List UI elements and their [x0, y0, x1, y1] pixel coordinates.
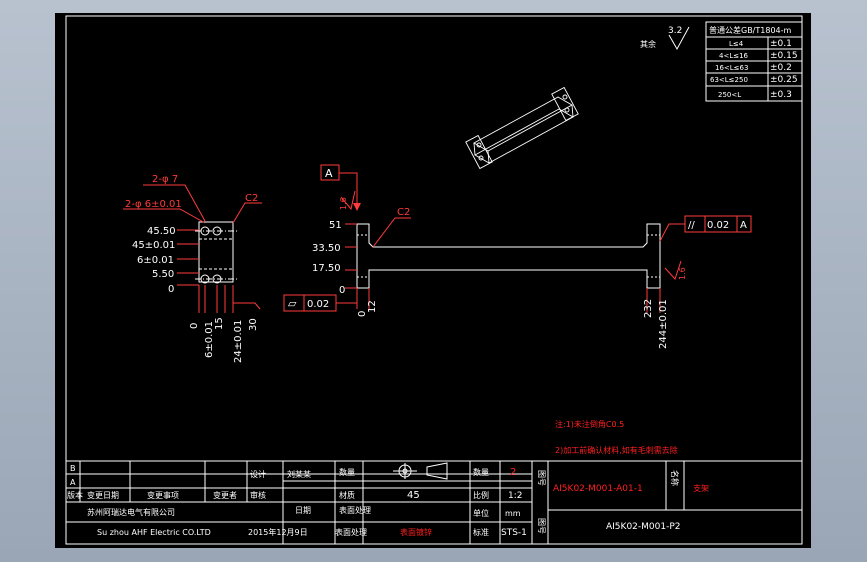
std-label: 标准 — [473, 527, 489, 537]
roughness-value: 3.2 — [668, 26, 682, 36]
unit-value: mm — [505, 509, 521, 518]
design-label: 设计 — [250, 469, 266, 479]
std-value: STS-1 — [501, 528, 527, 538]
unit-label: 单位 — [473, 508, 489, 518]
designer-name: 刘某某 — [287, 469, 311, 479]
date-value: 2015年12月9日 — [248, 527, 308, 537]
parallel-datum: A — [740, 220, 747, 231]
scale-value: 1:2 — [508, 491, 522, 501]
material-label: 材质 — [339, 490, 355, 500]
dim-550: 5.50 — [152, 269, 174, 280]
tol-row-value: ±0.15 — [770, 51, 798, 61]
dim-232: 232 — [643, 299, 654, 318]
isometric-view — [465, 86, 579, 170]
tol-row-value: ±0.3 — [770, 90, 792, 100]
sheet-label: 图号 — [537, 518, 546, 534]
col-changer: 变更者 — [213, 490, 237, 500]
note-line-1: 注:1)未注倒角C0.5 — [555, 419, 624, 429]
col-change-date: 变更日期 — [87, 490, 119, 500]
dim-51: 51 — [329, 220, 342, 231]
check-label: 审核 — [250, 490, 266, 500]
front-view: A 1.6 C2 51 33.50 17.50 0 0 12 232 244±0… — [283, 164, 752, 349]
col-version: 版本 — [67, 490, 83, 500]
rough-right: 1.6 — [678, 267, 687, 280]
drawing-canvas: 其余 3.2 普通公差GB/T1804-m L≤4 ±0.1 4<L≤16 ±0… — [65, 15, 803, 545]
rev-b: B — [70, 464, 76, 473]
surface-label: 表面处理 — [339, 505, 371, 515]
company-name-en: Su zhou AHF Electric CO.LTD — [97, 528, 211, 537]
parallel-value: 0.02 — [707, 220, 729, 231]
parallelism-callout: // 0.02 A — [659, 215, 752, 242]
title-block-text: B A 版本 变更日期 变更事项 变更者 苏州阿瑞达电气有限公司 Su zhou… — [67, 464, 709, 538]
qty-value: 2 — [510, 467, 516, 478]
tol-row-value: ±0.1 — [770, 39, 792, 49]
chamfer-label-left: C2 — [245, 193, 258, 204]
dim-4550: 45.50 — [147, 226, 176, 237]
dim-0-main: 0 — [339, 285, 345, 296]
qty-label-block: 数量 — [339, 467, 355, 477]
dim-244: 244±0.01 — [658, 299, 669, 349]
col-change-item: 变更事项 — [147, 490, 179, 500]
company-name-cn: 苏州阿瑞达电气有限公司 — [87, 507, 175, 517]
notes: 注:1)未注倒角C0.5 2)加工前确认材料,如有毛刺需去除 — [555, 419, 678, 455]
projection-symbol-icon — [393, 462, 448, 480]
dim-0-bottom: 0 — [189, 323, 200, 329]
tol-row-label: 4<L≤16 — [719, 52, 749, 60]
fig-number: AI5K02-M001-A01-1 — [553, 484, 643, 494]
cad-drawing-viewport[interactable]: 其余 3.2 普通公差GB/T1804-m L≤4 ±0.1 4<L≤16 ±0… — [55, 13, 811, 548]
roughness-general: 其余 3.2 — [640, 26, 690, 51]
rough-left: 1.6 — [339, 197, 348, 210]
dim-1750: 17.50 — [312, 263, 341, 274]
tol-row-label: 16<L≤63 — [715, 64, 748, 72]
dim-6-left: 6±0.01 — [137, 255, 174, 266]
date-label: 日期 — [295, 506, 311, 515]
tol-row-label: 63<L≤250 — [710, 76, 748, 84]
flatness-callout: ▱ 0.02 — [283, 294, 357, 312]
chamfer-label-main: C2 — [397, 207, 410, 218]
drawing-frame — [65, 15, 803, 545]
dim-15: 15 — [214, 317, 225, 330]
fig-label: 图号 — [537, 470, 546, 486]
material-value: 45 — [407, 490, 420, 501]
qty-label: 数量 — [473, 467, 489, 477]
tol-row-label: L≤4 — [729, 40, 744, 48]
dim-30: 30 — [248, 318, 259, 331]
tolerance-table: 普通公差GB/T1804-m L≤4 ±0.1 4<L≤16 ±0.15 16<… — [705, 21, 803, 102]
finish-value: 表面镀锌 — [400, 527, 432, 537]
end-view: 2-φ 7 2-φ 6±0.01 C2 45.50 45±0.01 6±0.01… — [123, 174, 262, 363]
note-line-2: 2)加工前确认材料,如有毛刺需去除 — [555, 445, 678, 455]
tolerance-title: 普通公差GB/T1804-m — [709, 25, 792, 35]
name-label: 名称 — [670, 470, 680, 486]
sheet-number: AI5K02-M001-P2 — [606, 522, 680, 532]
holes-label-6: 2-φ 6±0.01 — [125, 199, 182, 210]
holes-label-7: 2-φ 7 — [152, 174, 178, 185]
dim-0-left: 0 — [168, 284, 174, 295]
roughness-label: 其余 — [640, 39, 656, 49]
parallel-symbol: // — [688, 220, 695, 231]
part-name: 支架 — [693, 483, 709, 493]
flatness-value: 0.02 — [307, 299, 329, 310]
datum-a: A — [325, 167, 333, 180]
finish-label: 表面处理 — [335, 527, 367, 537]
dim-45: 45±0.01 — [132, 240, 175, 251]
dim-12: 12 — [367, 300, 378, 313]
dim-24: 24±0.01 — [233, 320, 244, 363]
tol-row-value: ±0.2 — [770, 63, 792, 73]
tol-row-label: 250<L — [718, 91, 741, 99]
rev-a: A — [70, 478, 76, 487]
scale-label: 比例 — [473, 490, 489, 500]
dim-3350: 33.50 — [312, 243, 341, 254]
flatness-symbol: ▱ — [288, 297, 297, 310]
tol-row-value: ±0.25 — [770, 75, 798, 85]
